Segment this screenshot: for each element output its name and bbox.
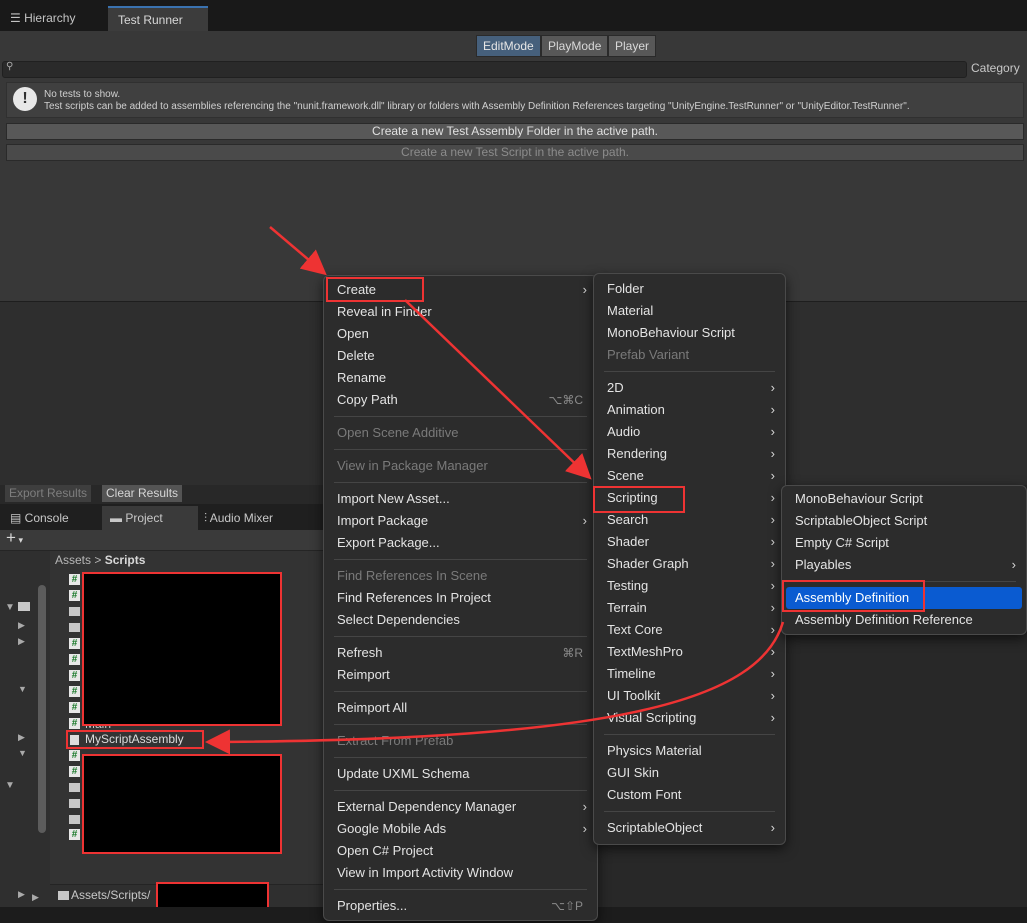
annotation-arrow <box>205 621 785 755</box>
annotation-arrow <box>269 226 327 276</box>
annotation-overlay <box>205 226 785 755</box>
annotation-arrow <box>404 299 592 480</box>
